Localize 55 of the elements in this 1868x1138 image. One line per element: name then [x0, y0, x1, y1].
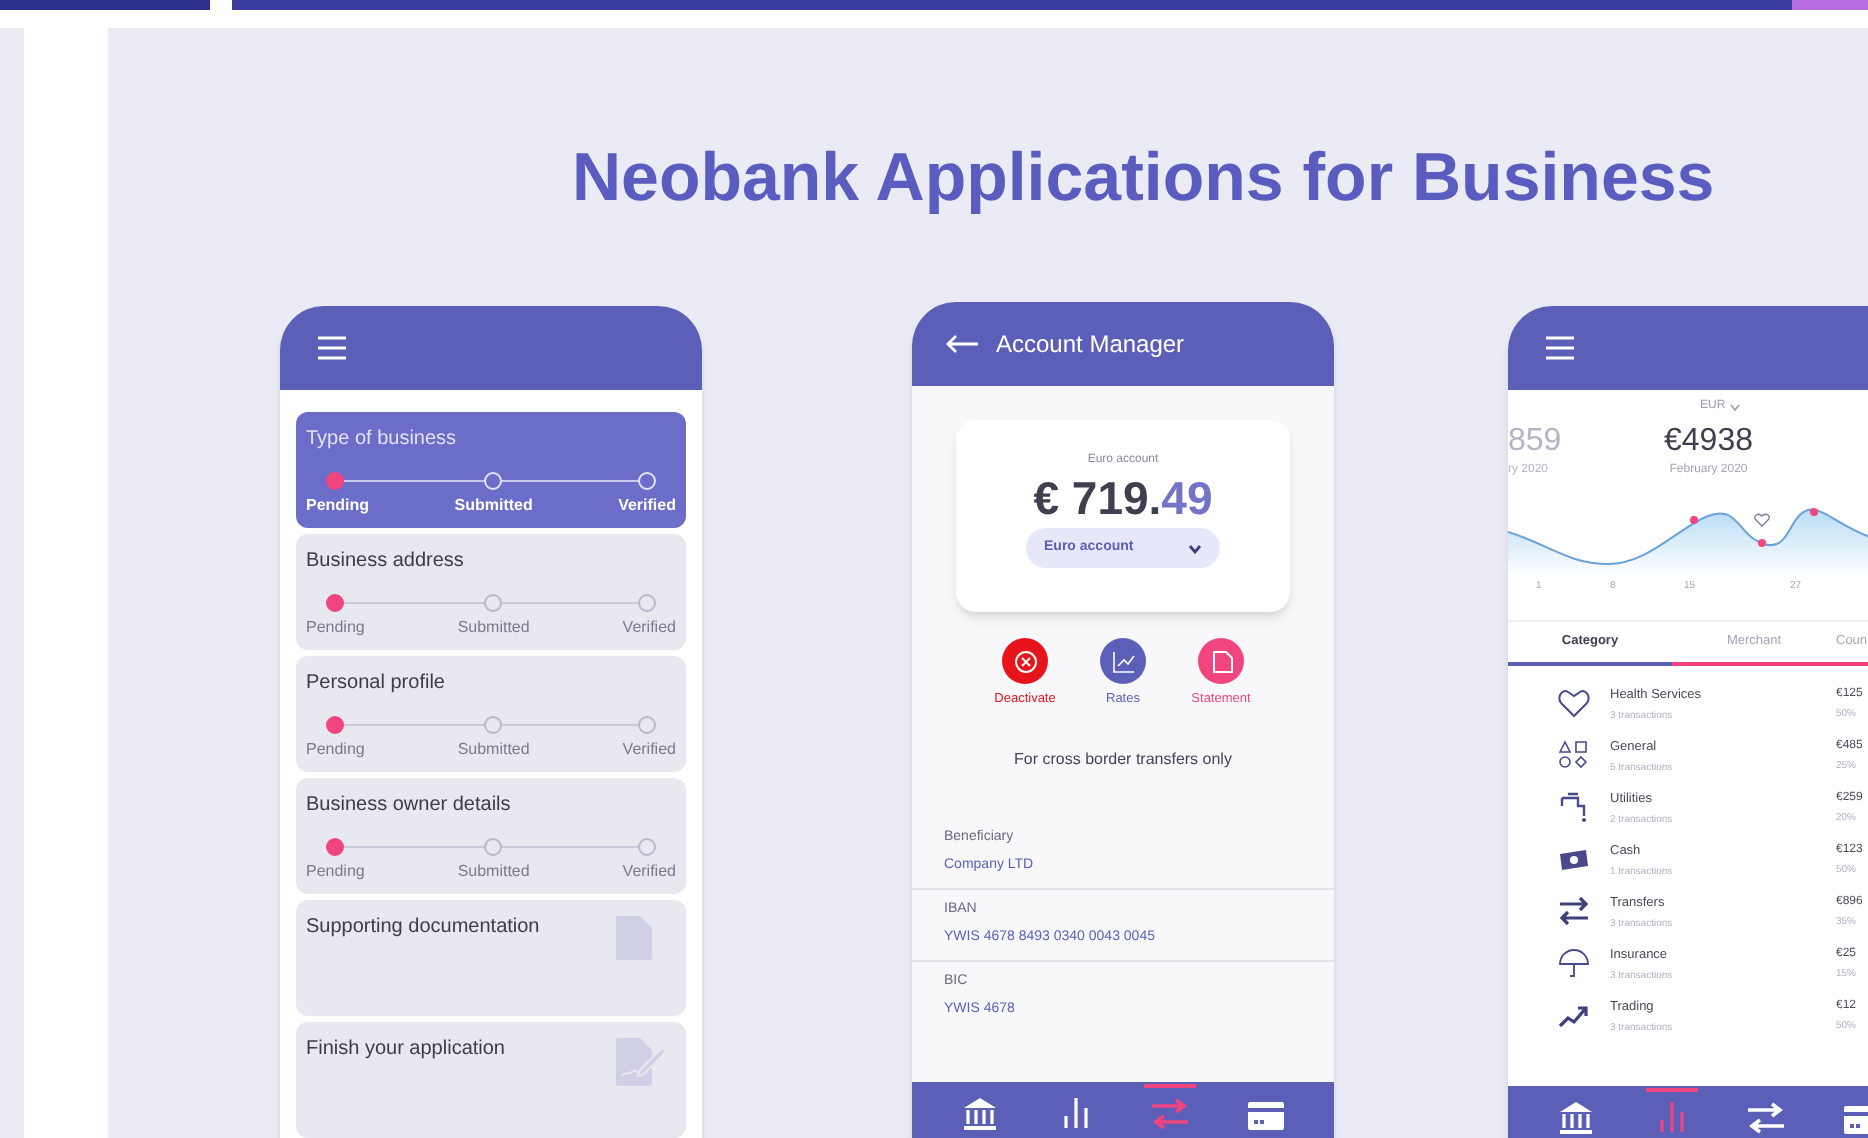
bank-icon[interactable] [961, 1096, 998, 1130]
heart-icon [1558, 688, 1590, 720]
step-card[interactable]: Personal profile Pending Submitted Verified [296, 656, 686, 772]
trend-icon [1558, 1000, 1590, 1032]
step-title: Business address [306, 548, 466, 576]
action-button[interactable] [1002, 638, 1048, 684]
note-text: For cross border transfers only [1012, 747, 1234, 772]
step-card[interactable]: Finish your application [296, 1022, 686, 1138]
previous-amount: 859 [1508, 422, 1564, 462]
umbrella-icon [1558, 948, 1590, 980]
shapes-icon [1558, 740, 1590, 772]
selected-indicator [1144, 1084, 1197, 1088]
step-title: Supporting documentation [306, 914, 540, 942]
stage-label: Submitted [457, 860, 530, 884]
menu-icon[interactable] [316, 336, 348, 360]
stage-label: Pending [306, 494, 370, 518]
step-card[interactable]: Business address Pending Submitted Verified [296, 534, 686, 650]
step-title: Type of business [306, 426, 459, 454]
page-title: Neobank Applications for Business [572, 138, 1717, 220]
step-card[interactable]: Business owner details Pending Submitted Verified [296, 778, 686, 894]
signature-document-icon [616, 1038, 668, 1086]
month-amount: €4938 [1664, 422, 1753, 462]
cash-icon [1558, 844, 1590, 876]
step-title: Business owner details [306, 792, 513, 820]
step-card[interactable]: Supporting documentation [296, 900, 686, 1016]
stage-label: Verified [622, 860, 676, 884]
card-icon[interactable] [1248, 1102, 1285, 1130]
stage-label: Verified [622, 616, 676, 640]
deactivate-icon [1013, 649, 1037, 673]
stage-label: Verified [622, 738, 676, 762]
stage-label: Pending [306, 738, 365, 762]
stage-label: Pending [306, 616, 365, 640]
back-arrow-icon[interactable] [944, 334, 980, 354]
chevron-down-icon [1188, 543, 1202, 553]
document-icon [616, 916, 652, 960]
step-title: Personal profile [306, 670, 447, 698]
stage-label: Verified [618, 494, 676, 518]
stage-label: Submitted [454, 494, 533, 518]
stage-label: Submitted [457, 616, 530, 640]
stage-label: Submitted [457, 738, 530, 762]
transfer-icon [1558, 896, 1590, 928]
balance-amount: € 719.49 [1033, 470, 1213, 526]
screen-title: Account Manager [996, 328, 1185, 362]
menu-icon[interactable] [1544, 336, 1576, 360]
action-button[interactable] [1100, 638, 1146, 684]
bank-icon[interactable] [1557, 1100, 1594, 1134]
step-card[interactable]: Type of business Pending Submitted Verified [296, 412, 686, 528]
chevron-down-icon [1729, 403, 1740, 411]
step-title: Finish your application [306, 1036, 505, 1064]
stage-label: Pending [306, 860, 365, 884]
rates-icon [1111, 649, 1135, 673]
statement-icon [1209, 649, 1233, 673]
tap-icon [1558, 792, 1590, 824]
action-button[interactable] [1198, 638, 1244, 684]
selected-indicator [1645, 1088, 1698, 1092]
